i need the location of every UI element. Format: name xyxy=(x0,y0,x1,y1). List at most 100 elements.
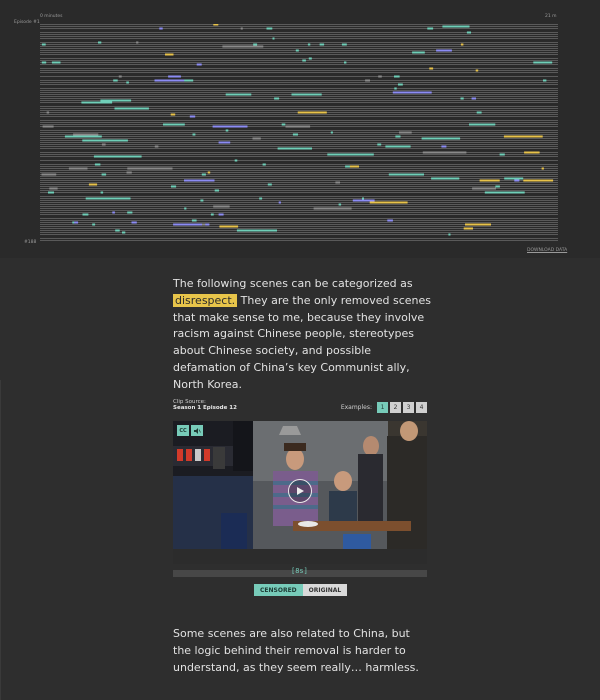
closed-captions-button[interactable]: CC xyxy=(177,425,189,436)
timeline-removed-scene[interactable] xyxy=(219,225,239,228)
timeline-removed-scene[interactable] xyxy=(471,97,476,100)
timeline-removed-scene[interactable] xyxy=(82,139,128,142)
timeline-removed-scene[interactable] xyxy=(394,75,400,78)
timeline-removed-scene[interactable] xyxy=(225,93,252,96)
timeline-removed-scene[interactable] xyxy=(222,45,264,48)
example-button-2[interactable]: 2 xyxy=(390,402,401,413)
timeline-removed-scene[interactable] xyxy=(49,187,58,190)
timeline-removed-scene[interactable] xyxy=(136,41,139,44)
timeline-removed-scene[interactable] xyxy=(41,173,57,176)
timeline-removed-scene[interactable] xyxy=(207,171,211,174)
timeline-removed-scene[interactable] xyxy=(307,43,311,46)
timeline-removed-scene[interactable] xyxy=(88,183,98,186)
timeline-removed-scene[interactable] xyxy=(192,133,196,136)
timeline-removed-scene[interactable] xyxy=(504,177,524,180)
timeline-removed-scene[interactable] xyxy=(469,123,496,126)
download-data-link[interactable]: DOWNLOAD DATA xyxy=(527,248,567,253)
timeline-removed-scene[interactable] xyxy=(327,153,374,156)
timeline-removed-scene[interactable] xyxy=(277,147,312,150)
timeline-removed-scene[interactable] xyxy=(85,197,131,200)
timeline-removed-scene[interactable] xyxy=(189,115,196,118)
timeline-removed-scene[interactable] xyxy=(503,135,543,138)
timeline-removed-scene[interactable] xyxy=(388,173,424,176)
timeline-removed-scene[interactable] xyxy=(431,177,460,180)
timeline-removed-scene[interactable] xyxy=(427,27,434,30)
timeline-removed-scene[interactable] xyxy=(196,63,202,66)
timeline-removed-scene[interactable] xyxy=(543,79,547,82)
timeline-removed-scene[interactable] xyxy=(82,213,89,216)
timeline-removed-scene[interactable] xyxy=(81,101,113,104)
timeline-removed-scene[interactable] xyxy=(212,125,248,128)
timeline-removed-scene[interactable] xyxy=(436,49,452,52)
timeline-removed-scene[interactable] xyxy=(514,179,520,182)
timeline-removed-scene[interactable] xyxy=(214,189,219,192)
timeline-removed-scene[interactable] xyxy=(495,185,500,188)
timeline-removed-scene[interactable] xyxy=(392,91,432,94)
timeline-removed-scene[interactable] xyxy=(115,229,120,232)
timeline-removed-scene[interactable] xyxy=(201,173,206,176)
original-toggle-button[interactable]: ORIGINAL xyxy=(302,584,348,596)
timeline-removed-scene[interactable] xyxy=(127,167,173,170)
timeline-removed-scene[interactable] xyxy=(272,37,275,40)
timeline-removed-scene[interactable] xyxy=(41,61,47,64)
timeline-removed-scene[interactable] xyxy=(94,163,101,166)
timeline-removed-scene[interactable] xyxy=(295,49,299,52)
timeline-removed-scene[interactable] xyxy=(465,223,491,226)
timeline-removed-scene[interactable] xyxy=(302,59,306,62)
timeline-removed-scene[interactable] xyxy=(113,79,118,82)
timeline-removed-scene[interactable] xyxy=(472,187,496,190)
timeline-removed-scene[interactable] xyxy=(112,211,115,214)
timeline-removed-scene[interactable] xyxy=(184,179,215,182)
timeline-removed-scene[interactable] xyxy=(127,211,133,214)
timeline-removed-scene[interactable] xyxy=(101,173,107,176)
timeline-removed-scene[interactable] xyxy=(210,213,214,216)
timeline-removed-scene[interactable] xyxy=(362,197,364,200)
timeline-removed-scene[interactable] xyxy=(344,61,347,64)
timeline-removed-scene[interactable] xyxy=(541,167,544,170)
timeline-removed-scene[interactable] xyxy=(399,131,412,134)
timeline-removed-scene[interactable] xyxy=(100,99,132,102)
timeline-removed-scene[interactable] xyxy=(252,137,261,140)
timeline-removed-scene[interactable] xyxy=(154,79,185,82)
timeline-removed-scene[interactable] xyxy=(218,141,231,144)
timeline-removed-scene[interactable] xyxy=(42,125,54,128)
example-button-1[interactable]: 1 xyxy=(377,402,388,413)
timeline-removed-scene[interactable] xyxy=(131,221,137,224)
timeline-removed-scene[interactable] xyxy=(291,93,322,96)
timeline-removed-scene[interactable] xyxy=(475,69,479,72)
timeline-removed-scene[interactable] xyxy=(163,123,185,126)
clip-scrub-bar[interactable]: [8s] xyxy=(173,567,427,577)
timeline-removed-scene[interactable] xyxy=(170,113,176,116)
timeline-removed-scene[interactable] xyxy=(234,159,238,162)
timeline-removed-scene[interactable] xyxy=(395,135,401,138)
timeline-removed-scene[interactable] xyxy=(68,167,88,170)
video-player[interactable]: CC xyxy=(173,421,427,564)
timeline-removed-scene[interactable] xyxy=(118,75,122,78)
timeline-removed-scene[interactable] xyxy=(93,155,142,158)
timeline-removed-scene[interactable] xyxy=(253,43,258,46)
timeline-removed-scene[interactable] xyxy=(313,207,352,210)
timeline-removed-scene[interactable] xyxy=(429,67,434,70)
timeline-removed-scene[interactable] xyxy=(213,24,219,26)
timeline-removed-scene[interactable] xyxy=(122,231,126,234)
timeline-removed-scene[interactable] xyxy=(278,201,281,204)
timeline-removed-scene[interactable] xyxy=(200,199,204,202)
timeline-removed-scene[interactable] xyxy=(422,151,467,154)
timeline-removed-scene[interactable] xyxy=(476,111,482,114)
timeline-removed-scene[interactable] xyxy=(48,191,54,194)
timeline-removed-scene[interactable] xyxy=(240,27,243,30)
timeline-removed-scene[interactable] xyxy=(484,191,525,194)
timeline-removed-scene[interactable] xyxy=(64,135,102,138)
timeline-removed-scene[interactable] xyxy=(165,53,174,56)
censored-toggle-button[interactable]: CENSORED xyxy=(254,584,303,596)
timeline-removed-scene[interactable] xyxy=(191,219,197,222)
timeline-removed-scene[interactable] xyxy=(524,151,540,154)
timeline-removed-scene[interactable] xyxy=(281,123,286,126)
timeline-removed-scene[interactable] xyxy=(466,31,471,34)
timeline-removed-scene[interactable] xyxy=(387,201,392,204)
timeline-removed-scene[interactable] xyxy=(154,145,159,148)
timeline-removed-scene[interactable] xyxy=(114,107,149,110)
timeline-removed-scene[interactable] xyxy=(202,223,206,226)
timeline-removed-scene[interactable] xyxy=(352,199,375,202)
timeline-removed-scene[interactable] xyxy=(100,191,104,194)
